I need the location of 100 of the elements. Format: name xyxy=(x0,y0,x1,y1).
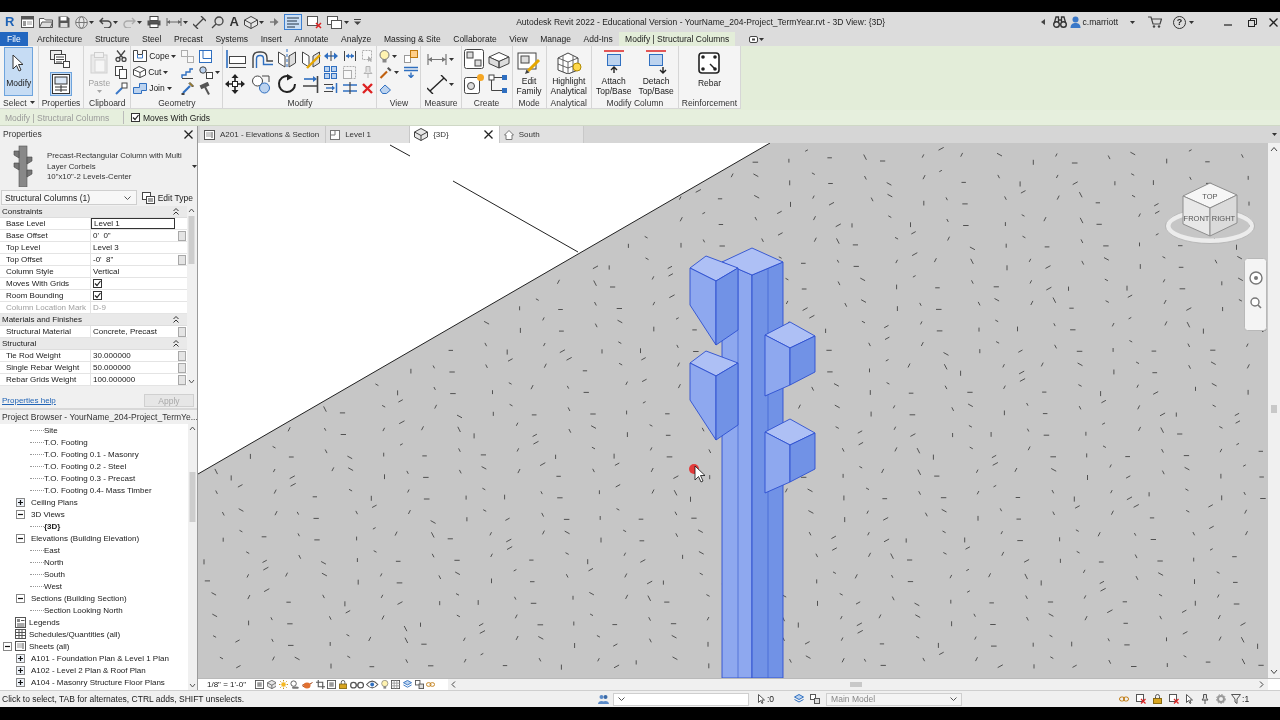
frame-icon[interactable] xyxy=(327,680,337,689)
checkbox[interactable] xyxy=(93,291,102,300)
glasses-icon[interactable] xyxy=(349,680,364,689)
pencil-icon[interactable] xyxy=(181,81,195,95)
type-properties-icon[interactable] xyxy=(50,50,70,68)
offset-arrows-icon[interactable] xyxy=(343,51,358,61)
offset-icon[interactable] xyxy=(251,49,274,69)
measure-icon[interactable] xyxy=(166,18,183,26)
ribbon-tab[interactable]: Annotate xyxy=(288,32,335,46)
brush-icon[interactable] xyxy=(115,81,129,95)
globe-icon[interactable] xyxy=(75,15,89,29)
precast-column[interactable] xyxy=(689,247,816,678)
ribbon-tab[interactable]: Modify | Structural Columns xyxy=(619,32,736,46)
sun-icon[interactable] xyxy=(278,680,288,689)
ribbon-button[interactable]: Highlight Analytical xyxy=(548,47,589,96)
squares-small-icon[interactable] xyxy=(414,680,424,689)
corner-join-icon[interactable] xyxy=(199,49,213,63)
filter-icon[interactable] xyxy=(1231,694,1242,704)
ribbon-tab[interactable]: Architecture xyxy=(30,32,89,46)
property-value[interactable]: Level 3 xyxy=(91,242,176,253)
copy-circles-icon[interactable] xyxy=(251,74,272,94)
property-value[interactable]: 0' 0" xyxy=(91,230,176,241)
cart-icon[interactable] xyxy=(1148,16,1162,28)
hammer-icon[interactable] xyxy=(199,81,212,95)
ribbon-tab[interactable]: Collaborate xyxy=(446,32,504,46)
stacked-boxes-icon[interactable] xyxy=(487,49,510,69)
checkbox[interactable] xyxy=(131,113,140,122)
panel-title[interactable]: Select xyxy=(2,97,36,108)
ribbon-tab[interactable]: Steel xyxy=(135,32,168,46)
document-tab[interactable]: A201 - Elevations & Section xyxy=(200,126,327,143)
ribbon-toggle-button[interactable] xyxy=(50,72,72,96)
ribbon-button[interactable]: Cut xyxy=(133,66,177,78)
ribbon-button[interactable]: Join xyxy=(133,82,177,94)
caret-icon[interactable] xyxy=(759,37,765,41)
category-dropdown[interactable]: Structural Columns (1) xyxy=(1,190,137,205)
ribbon-button[interactable]: Edit Family xyxy=(514,47,544,96)
tree-item[interactable]: T.O. Footing xyxy=(44,437,88,447)
delete-icon[interactable] xyxy=(362,82,374,94)
value-field[interactable]: Level 1 xyxy=(91,218,175,229)
pin-small-icon[interactable] xyxy=(1201,694,1210,704)
steering-wheel-icon[interactable] xyxy=(1249,271,1263,285)
ribbon-button[interactable]: Cope xyxy=(133,50,177,62)
tree-expand-icon[interactable] xyxy=(16,497,25,507)
chevron-up-icon[interactable] xyxy=(173,316,179,323)
cursor-small-icon[interactable] xyxy=(758,694,766,704)
caret-icon[interactable] xyxy=(449,82,455,86)
layers-icon[interactable] xyxy=(403,680,412,689)
frame-dot-icon[interactable] xyxy=(463,74,484,94)
aligned-dimension-icon[interactable] xyxy=(427,74,448,94)
property-value[interactable]: 100.000000 xyxy=(91,374,176,385)
box-cross-icon[interactable] xyxy=(1136,694,1147,704)
tree-collapse-icon[interactable] xyxy=(16,509,25,519)
ribbon-button[interactable]: Rebar xyxy=(695,47,724,96)
array-icon[interactable] xyxy=(324,65,338,79)
tree-item[interactable]: {3D} xyxy=(44,521,61,531)
crop-icon[interactable] xyxy=(315,680,325,689)
eye-icon[interactable] xyxy=(366,680,379,689)
windows-icon[interactable] xyxy=(326,15,343,29)
shapes-icon[interactable] xyxy=(199,65,214,79)
edit-type-button[interactable]: Edit Type xyxy=(139,191,195,204)
vertical-scrollbar[interactable] xyxy=(1268,143,1280,678)
caret-icon[interactable] xyxy=(1130,20,1135,24)
view-scale[interactable]: 1/8" = 1'-0" xyxy=(207,680,255,689)
caret-icon[interactable] xyxy=(89,20,95,24)
ribbon-button[interactable]: Detach Top/Base xyxy=(636,47,676,96)
tab-options-icon[interactable] xyxy=(749,35,759,43)
print-icon[interactable] xyxy=(147,16,162,28)
window-icon[interactable] xyxy=(21,16,35,28)
caret-icon[interactable] xyxy=(343,20,349,24)
caret-icon[interactable] xyxy=(394,70,400,74)
tree-item[interactable]: T.O. Footing 0.2 - Steel xyxy=(44,461,127,471)
tree-item[interactable]: East xyxy=(44,545,60,555)
box-cross-icon[interactable] xyxy=(1169,694,1180,704)
text-tool-button[interactable]: A xyxy=(229,15,239,29)
save-icon[interactable] xyxy=(58,16,71,28)
ribbon-tab[interactable]: View xyxy=(503,32,534,46)
trim-arrow-icon[interactable] xyxy=(324,83,339,93)
ribbon-button[interactable]: Attach Top/Base xyxy=(593,47,634,96)
linked-boxes-icon[interactable] xyxy=(487,74,508,94)
tree-item[interactable]: Site xyxy=(44,425,58,435)
user-name[interactable]: c.marriott xyxy=(1082,17,1118,27)
eraser-icon[interactable] xyxy=(379,82,393,94)
ribbon-tab[interactable]: Analyze xyxy=(334,32,378,46)
mirror-icon[interactable] xyxy=(277,49,298,69)
squares-small-icon[interactable] xyxy=(810,694,821,704)
property-value[interactable]: 30.000000 xyxy=(91,350,176,361)
close-icon[interactable] xyxy=(483,130,493,139)
lightbulb-icon[interactable] xyxy=(381,680,389,689)
tree-item[interactable]: Legends xyxy=(29,617,60,627)
move-icon[interactable] xyxy=(225,74,246,94)
caret-icon[interactable] xyxy=(113,20,119,24)
caret-icon[interactable] xyxy=(192,165,197,168)
property-value[interactable]: Vertical xyxy=(91,266,176,277)
caret-icon[interactable] xyxy=(183,20,189,24)
tree-collapse-icon[interactable] xyxy=(16,593,25,603)
tree-expand-icon[interactable] xyxy=(16,677,25,687)
tree-item[interactable]: Section Looking North xyxy=(44,605,123,615)
tree-item[interactable]: Elevations (Building Elevation) xyxy=(31,533,140,543)
tree-item[interactable]: A104 - Masonry Structure Floor Plans xyxy=(31,677,165,687)
dropdown-icon[interactable] xyxy=(353,19,361,25)
